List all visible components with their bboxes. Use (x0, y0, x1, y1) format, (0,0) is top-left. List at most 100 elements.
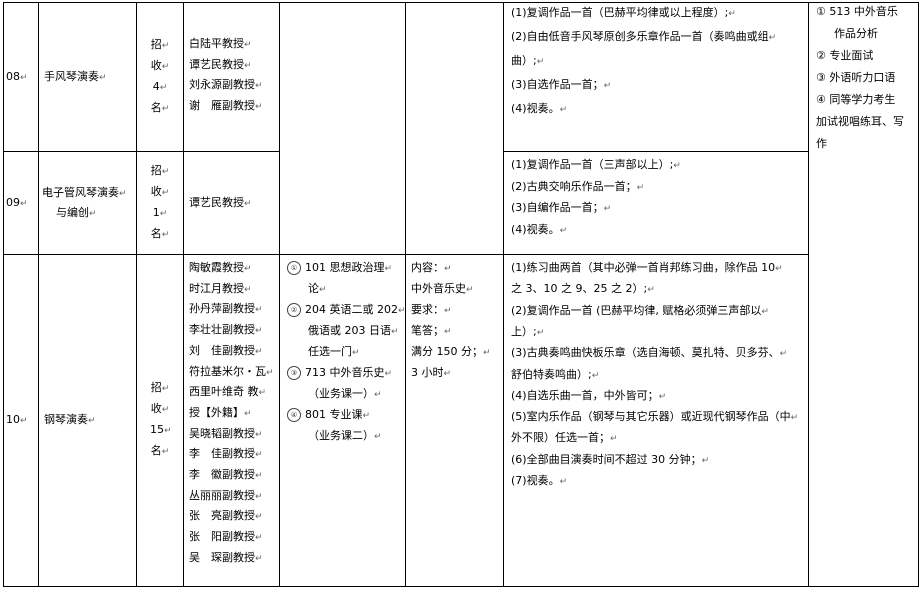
paragraph-mark: ↵ (352, 348, 360, 358)
teacher-name: 刘永源副教授↵ (189, 78, 263, 92)
paragraph-mark: ↵ (161, 384, 170, 394)
requirement-line: (4)视奏。↵ (511, 222, 568, 236)
paragraph-mark: ↵ (603, 81, 612, 91)
paragraph-mark: ↵ (384, 264, 393, 274)
teacher-name: 李 徽副教授↵ (189, 468, 263, 481)
requirement-line: (1)复调作品一首（巴赫平均律或以上程度）;↵ (511, 6, 736, 19)
retest-line: ③ 外语听力口语 (816, 71, 896, 84)
paragraph-mark: ↵ (466, 285, 474, 295)
paragraph-mark: ↵ (768, 33, 777, 43)
enroll-char: 名↵ (150, 444, 170, 457)
major-name: 电子管风琴演奏↵ (42, 185, 127, 199)
paragraph-mark: ↵ (161, 187, 170, 198)
enroll-char: 1↵ (152, 205, 168, 219)
paragraph-mark: ↵ (161, 229, 170, 240)
paragraph-mark: ↵ (647, 285, 655, 296)
teacher-name: 吴晓韬副教授↵ (189, 426, 263, 440)
paragraph-mark: ↵ (159, 82, 168, 93)
teacher-name: 李壮壮副教授↵ (189, 323, 263, 337)
exam-cell-merged (279, 2, 406, 255)
teacher-name: 丛丽丽副教授↵ (189, 488, 263, 502)
retest-number: ④ (816, 93, 830, 106)
exam-content-line: 3 小时↵ (411, 366, 452, 379)
exam-content-line: 内容：↵ (411, 261, 452, 274)
enroll-char: 招↵ (150, 37, 170, 51)
teacher-name: 张 亮副教授↵ (189, 509, 263, 523)
retest-line: 加试视唱练耳、写 (816, 115, 904, 128)
exam-content-line: 满分 150 分；↵ (411, 345, 491, 358)
paragraph-mark: ↵ (255, 553, 263, 564)
paragraph-mark: ↵ (603, 204, 612, 214)
retest-line: ① 513 中外音乐 (816, 5, 898, 18)
paragraph-mark: ↵ (536, 57, 545, 67)
requirement-line: (6)全部曲目演奏时间不超过 30 分钟；↵ (511, 452, 710, 466)
paragraph-mark: ↵ (728, 9, 736, 19)
paragraph-mark: ↵ (255, 471, 263, 481)
paragraph-mark: ↵ (483, 348, 491, 358)
exam-subject-line: 任选一门↵ (308, 345, 360, 358)
enroll-char: 收↵ (150, 184, 170, 198)
requirement-line: (7)视奏。↵ (511, 474, 568, 487)
paragraph-mark: ↵ (255, 429, 263, 440)
paragraph-mark: ↵ (161, 61, 170, 72)
requirement-line: (3)自选作品一首；↵ (511, 78, 612, 91)
requirement-line: (2)古典交响乐作品一首；↵ (511, 179, 645, 193)
enroll-char: 招↵ (150, 381, 170, 394)
paragraph-mark: ↵ (89, 208, 97, 219)
paragraph-mark: ↵ (88, 416, 96, 426)
admission-table: 08↵ 手风琴演奏↵ 招↵ 收↵ 4↵ 名↵ 白陆平教授↵ 谭艺民教授↵ 刘永源副教授↵ 谢 雁副… (0, 0, 921, 589)
paragraph-mark: ↵ (255, 450, 263, 461)
exam-content-line: 笔答；↵ (411, 324, 452, 337)
teacher-name: 李 佳副教授↵ (189, 447, 263, 461)
requirement-line: (4)视奏。↵ (511, 102, 568, 115)
exam-subject-line: ① 101 思想政治理↵ (287, 258, 392, 279)
exam-number-icon: ② (287, 303, 301, 317)
paragraph-mark: ↵ (779, 349, 788, 360)
exam-subject-line: 论↵ (308, 282, 327, 295)
teacher-name: 西里叶维奇 教↵ (189, 385, 267, 399)
exam-number-icon: ④ (287, 408, 301, 422)
retest-number: ③ (816, 71, 830, 84)
teacher-name: 符拉基米尔・瓦↵ (189, 364, 274, 378)
paragraph-mark: ↵ (244, 40, 252, 50)
retest-number: ① (816, 5, 830, 18)
requirement-line: (1)复调作品一首（三声部以上）;↵ (511, 158, 681, 171)
paragraph-mark: ↵ (20, 198, 28, 209)
requirement-line: (3)自编作品一首；↵ (511, 201, 612, 214)
paragraph-mark: ↵ (255, 533, 263, 544)
teacher-name: 授【外籍】↵ (189, 405, 252, 419)
requirement-line: (5)室内乐作品（钢琴与其它乐器）或近现代钢琴作品（中↵ (511, 410, 799, 424)
paragraph-mark: ↵ (244, 264, 252, 274)
paragraph-mark: ↵ (255, 346, 263, 357)
teacher-name: 吴 琛副教授↵ (189, 550, 263, 564)
paragraph-mark: ↵ (444, 327, 452, 337)
paragraph-mark: ↵ (701, 455, 710, 466)
paragraph-mark: ↵ (443, 369, 452, 379)
requirement-line: (4)自选乐曲一首，中外皆可；↵ (511, 388, 667, 402)
paragraph-mark: ↵ (99, 72, 107, 83)
requirement-line: 上）;↵ (511, 324, 545, 338)
paragraph-mark: ↵ (20, 72, 28, 83)
paragraph-mark: ↵ (255, 512, 263, 523)
requirement-line: 舒伯特奏鸣曲）;↵ (511, 367, 600, 381)
major-code: 09↵ (6, 195, 28, 209)
requirement-line: (2)自由低音手风琴原创多乐章作品一首（奏鸣曲或组↵ (511, 30, 777, 43)
exam-content-line: 中外音乐史↵ (411, 282, 474, 295)
retest-number: ② (816, 49, 830, 62)
paragraph-mark: ↵ (761, 306, 769, 317)
paragraph-mark: ↵ (255, 326, 263, 337)
paragraph-mark: ↵ (636, 182, 645, 193)
exam-number-icon: ③ (287, 366, 301, 380)
paragraph-mark: ↵ (362, 411, 371, 421)
requirement-line: 曲）;↵ (511, 54, 545, 67)
paragraph-mark: ↵ (255, 81, 263, 92)
exam-subject-line: ③ 713 中外音乐史↵ (287, 363, 392, 384)
teacher-name: 刘 佳副教授↵ (189, 343, 263, 357)
paragraph-mark: ↵ (658, 391, 667, 402)
paragraph-mark: ↵ (559, 477, 568, 487)
exam-subject-line: 俄语或 203 日语↵ (308, 324, 399, 337)
paragraph-mark: ↵ (591, 370, 600, 381)
enroll-char: 15↵ (150, 423, 172, 436)
paragraph-mark: ↵ (161, 447, 170, 457)
enroll-char: 名↵ (150, 100, 170, 114)
